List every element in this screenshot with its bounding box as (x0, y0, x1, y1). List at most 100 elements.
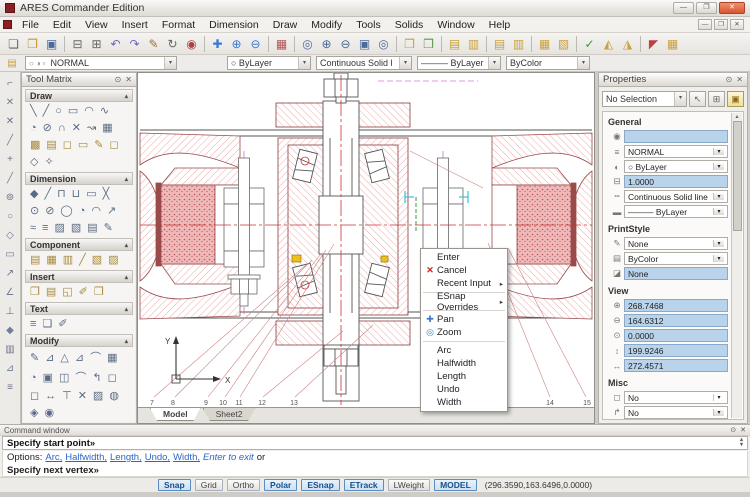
menu-item-undo[interactable]: Undo (421, 383, 507, 396)
zoom-in-icon[interactable]: ⊕ (227, 35, 246, 53)
line-color-field[interactable]: ○ ByLayer▾ (624, 160, 728, 173)
section-insert[interactable]: Insert▴ (25, 270, 133, 283)
close-icon[interactable]: ✕ (740, 426, 746, 434)
esnap-toggle[interactable]: ESnap (301, 479, 339, 491)
tool-icon-row[interactable]: ▩▤◻▭✎◻ (23, 136, 135, 153)
section-draw[interactable]: Draw▴ (25, 89, 133, 102)
snap-toggle[interactable]: Snap (158, 479, 191, 491)
save-sheet-icon[interactable]: ❒ (400, 35, 419, 53)
esnap-tool-icon[interactable]: ⊚ (2, 188, 19, 207)
menu-solids[interactable]: Solids (388, 18, 431, 32)
child-close-button[interactable]: ✕ (730, 19, 744, 30)
chevron-down-icon[interactable]: ▾ (713, 240, 724, 247)
refresh-icon[interactable]: ↻ (163, 35, 182, 53)
tool-icon-row[interactable]: ▤▦▥╱▧▨ (23, 251, 135, 268)
esnap-tool-icon[interactable]: ⌐ (2, 74, 19, 93)
chevron-down-icon[interactable]: ▾ (488, 57, 500, 69)
child-restore-button[interactable]: ❐ (714, 19, 728, 30)
esnap-tool-icon[interactable]: ⊥ (2, 302, 19, 321)
close-button[interactable]: ✕ (719, 2, 745, 14)
grid-toggle[interactable]: Grid (195, 479, 223, 491)
palette-icon[interactable]: ▦ (272, 35, 291, 53)
esnap-tool-icon[interactable]: ◇ (2, 226, 19, 245)
tool-icon-row[interactable]: ◆╱⊓⊔▭╳ (23, 185, 135, 202)
line-style-combo[interactable]: Continuous Solid l ▾ (316, 56, 412, 70)
command-history[interactable]: Specify start point» ▴▾ (2, 436, 748, 450)
minimize-button[interactable]: — (673, 2, 694, 14)
view-width-field[interactable]: 272.4571 (624, 359, 728, 372)
menu-item-zoom[interactable]: ◎Zoom (421, 326, 507, 339)
menu-window[interactable]: Window (430, 18, 481, 32)
layers-manager-icon[interactable]: ▤ (4, 56, 20, 70)
chevron-down-icon[interactable]: ▾ (713, 255, 724, 262)
printstyle-field[interactable]: None▾ (624, 237, 728, 250)
tool-icon-row[interactable]: ◔▣◫⌒↰◻ (23, 367, 135, 387)
line-weight-field[interactable]: ——— ByLayer▾ (624, 205, 728, 218)
printstyle-sheet-field[interactable]: None (624, 267, 728, 280)
selection-grip[interactable] (381, 256, 388, 262)
esnap-tool-icon[interactable]: ╱ (2, 131, 19, 150)
section-component[interactable]: Component▴ (25, 238, 133, 251)
drawer-b-icon[interactable]: ▧ (554, 35, 573, 53)
tool-icon-row[interactable]: ✎⊿△⊿⌒▦ (23, 347, 135, 367)
menu-item-pan[interactable]: ✚Pan (421, 313, 507, 326)
properties-options-button[interactable]: ▣ (727, 91, 744, 107)
toolbox-icon[interactable]: ▦ (663, 35, 682, 53)
esnap-tool-icon[interactable]: ✕ (2, 112, 19, 131)
menu-help[interactable]: Help (482, 18, 518, 32)
misc-field[interactable]: No▾ (624, 391, 728, 404)
zoom-fit-icon[interactable]: ▣ (355, 35, 374, 53)
lweight-toggle[interactable]: LWeight (388, 479, 430, 491)
menu-tools[interactable]: Tools (349, 18, 388, 32)
new-icon[interactable]: ❏ (4, 35, 23, 53)
center-x-field[interactable]: 268.7468 (624, 299, 728, 312)
import-sheet-icon[interactable]: ❒ (419, 35, 438, 53)
menu-item-cancel[interactable]: ✕Cancel (421, 264, 507, 277)
closed-box-icon[interactable]: ▥ (509, 35, 528, 53)
zoom-extents-icon[interactable]: ◎ (374, 35, 393, 53)
option-length-link[interactable]: Length, (110, 452, 142, 463)
menu-format[interactable]: Format (155, 18, 202, 32)
zoom-previous-icon[interactable]: ⊖ (336, 35, 355, 53)
flag-icon[interactable]: ◤ (644, 35, 663, 53)
drawer-a-icon[interactable]: ▦ (535, 35, 554, 53)
section-dimension[interactable]: Dimension▴ (25, 172, 133, 185)
tool-icon-row[interactable]: ◻↔⊤✕▨◍ (23, 387, 135, 404)
option-undo-link[interactable]: Undo, (145, 452, 170, 463)
selection-grip[interactable] (292, 255, 301, 262)
pin-icon[interactable]: ⊙ (115, 75, 122, 84)
esnap-tool-icon[interactable]: ↗ (2, 264, 19, 283)
option-halfwidth-link[interactable]: Halfwidth, (65, 452, 107, 463)
menu-item-esnap-overrides[interactable]: ESnap Overrides▸ (421, 295, 507, 308)
esnap-tool-icon[interactable]: ⊿ (2, 359, 19, 378)
chevron-down-icon[interactable]: ▾ (713, 148, 724, 155)
selection-combo[interactable]: No Selection ▾ (602, 91, 687, 107)
section-text[interactable]: Text▴ (25, 302, 133, 315)
close-icon[interactable]: ✕ (125, 75, 132, 84)
chevron-down-icon[interactable]: ▾ (713, 208, 724, 215)
esnap-tool-icon[interactable]: + (2, 150, 19, 169)
chevron-down-icon[interactable]: ▾ (713, 163, 724, 170)
view-height-field[interactable]: 199.9246 (624, 344, 728, 357)
open-icon[interactable]: ❐ (23, 35, 42, 53)
tool-icon-row[interactable]: ◔⊘∩✕↝▦ (23, 119, 135, 136)
option-enter-exit-link[interactable]: Enter to exit (203, 452, 254, 463)
menu-dimension[interactable]: Dimension (202, 18, 266, 32)
tool-icon-row[interactable]: ◈◉ (23, 404, 135, 421)
chevron-down-icon[interactable]: ▾ (713, 394, 724, 401)
chevron-down-icon[interactable]: ▾ (674, 92, 686, 106)
chevron-down-icon[interactable]: ▾ (713, 193, 724, 200)
option-arc-link[interactable]: Arc, (45, 452, 62, 463)
zoom-dynamic-icon[interactable]: ⊕ (317, 35, 336, 53)
drawing-canvas[interactable]: 7 8 9 10 11 12 13 14 15 Y X Model Sheet2 (137, 72, 595, 424)
ortho-toggle[interactable]: Ortho (227, 479, 260, 491)
menu-item-recent-input[interactable]: Recent Input▸ (421, 277, 507, 290)
model-toggle[interactable]: MODEL (434, 479, 477, 491)
esnap-tool-icon[interactable]: ◆ (2, 321, 19, 340)
pan-icon[interactable]: ✚ (208, 35, 227, 53)
pin-icon[interactable]: ⊙ (730, 426, 736, 434)
print-icon[interactable]: ⊟ (68, 35, 87, 53)
esnap-tool-icon[interactable]: ╱ (2, 169, 19, 188)
line-scale-field[interactable]: 1.0000 (624, 175, 728, 188)
menu-item-width[interactable]: Width (421, 396, 507, 409)
